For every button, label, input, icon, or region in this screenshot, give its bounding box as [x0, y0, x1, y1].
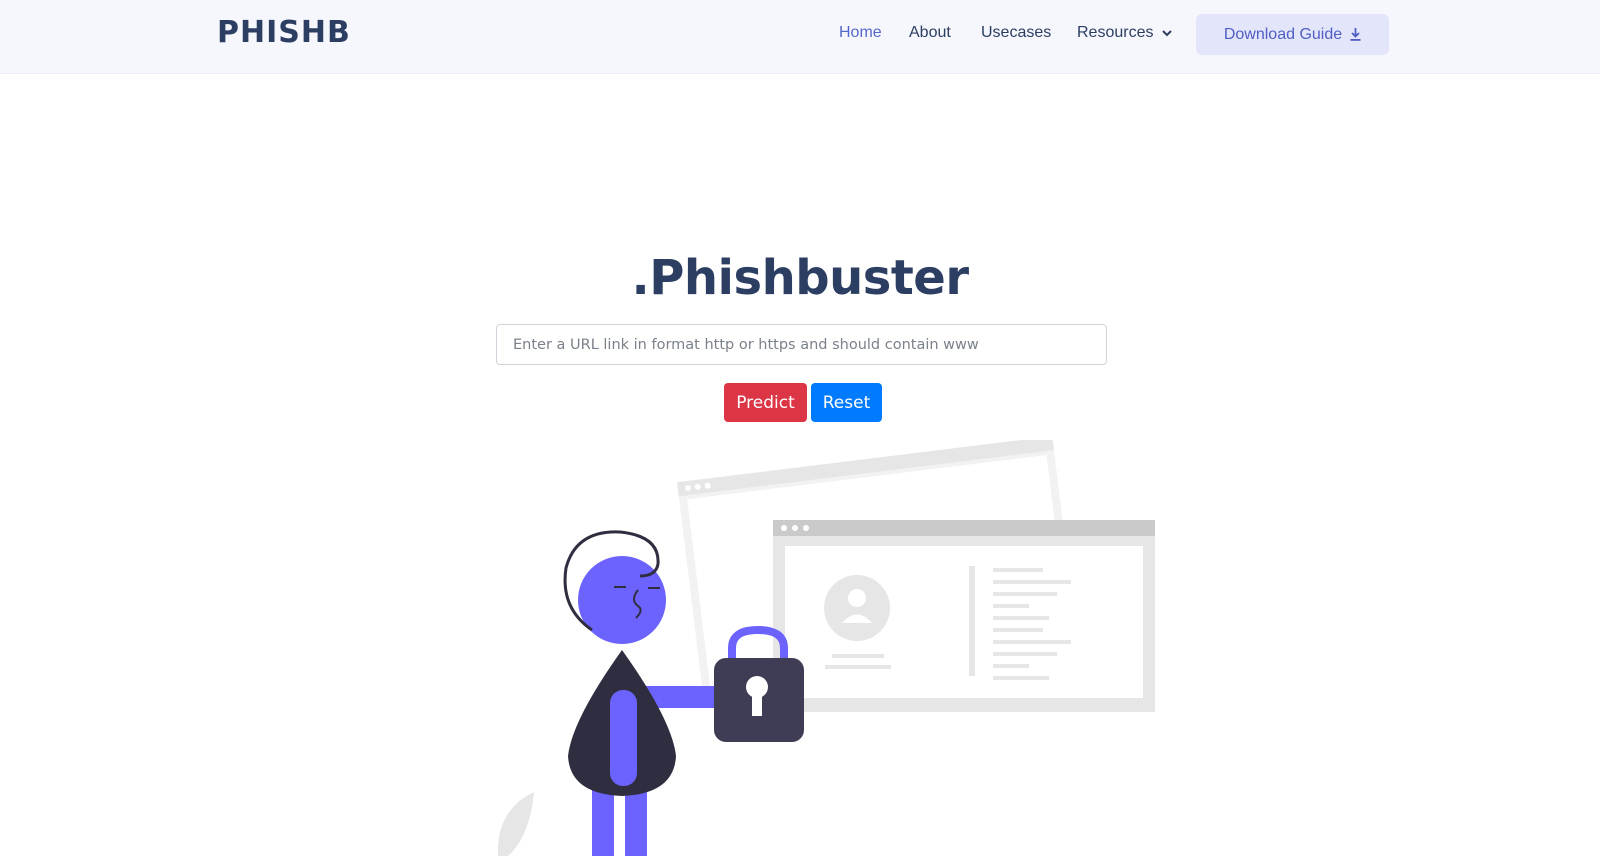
- download-guide-label: Download Guide: [1223, 25, 1343, 43]
- security-illustration: [497, 440, 1155, 856]
- predict-button[interactable]: Predict: [724, 383, 807, 422]
- front-browser-window: [773, 520, 1155, 712]
- download-icon: [1350, 28, 1361, 41]
- nav-home[interactable]: Home: [839, 24, 882, 42]
- nav-about[interactable]: About: [909, 24, 951, 42]
- download-guide-button[interactable]: Download Guide: [1196, 14, 1389, 55]
- chevron-down-icon: [1162, 30, 1173, 37]
- page-title: .Phishbuster: [631, 250, 969, 306]
- reset-button[interactable]: Reset: [811, 383, 882, 422]
- nav-usecases[interactable]: Usecases: [981, 24, 1051, 42]
- nav-resources[interactable]: Resources: [1077, 24, 1173, 42]
- brand-logo[interactable]: PHISHB: [217, 15, 351, 50]
- leaf-icon: [497, 792, 534, 856]
- profile-avatar-icon: [824, 575, 890, 641]
- nav-resources-label: Resources: [1077, 24, 1154, 41]
- navbar: PHISHB Home About Usecases Resources Dow…: [0, 0, 1600, 74]
- url-input[interactable]: [496, 324, 1107, 365]
